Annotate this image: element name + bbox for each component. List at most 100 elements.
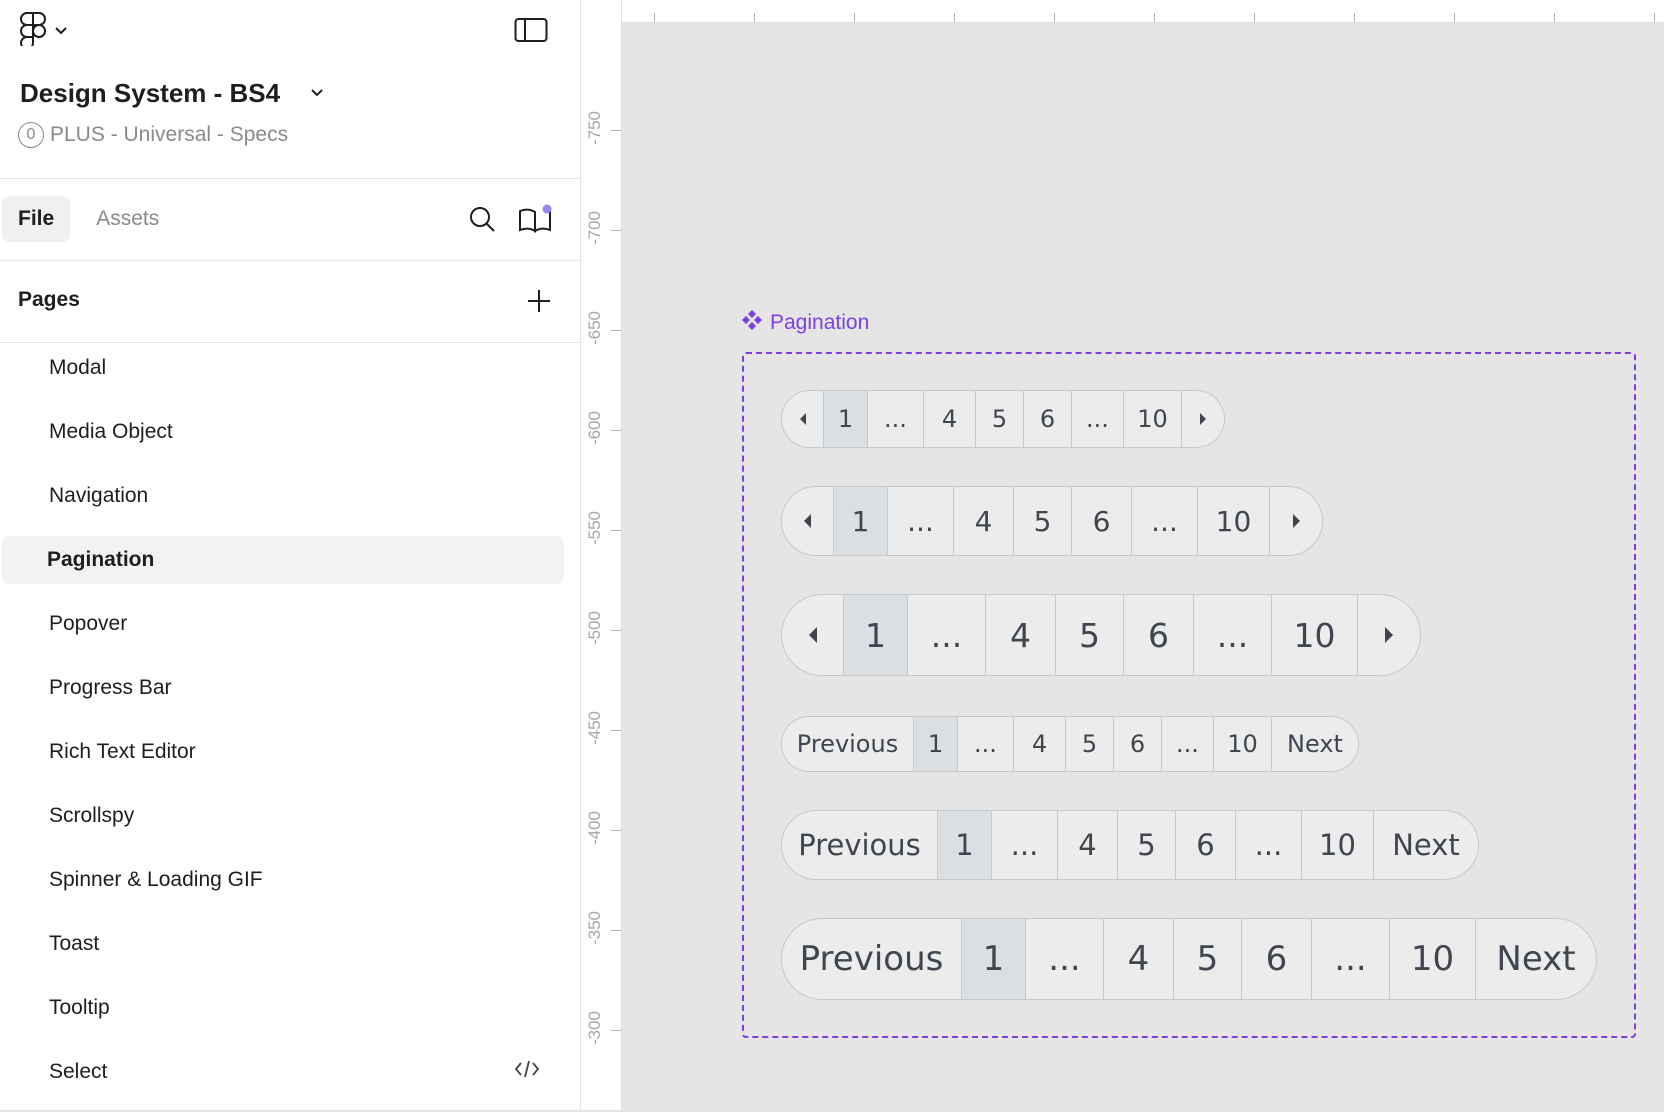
main-menu-button[interactable]	[20, 12, 68, 51]
sidebar-toggle-button[interactable]	[514, 16, 548, 49]
pagination: 1... 4 5 6... 10	[781, 390, 1225, 448]
pagination: Previous 1... 4 5 6... 10 Next	[781, 810, 1479, 880]
page-button[interactable]: ...	[1312, 919, 1390, 999]
page-button[interactable]: 6	[1124, 595, 1194, 675]
search-icon[interactable]	[468, 205, 496, 238]
page-item[interactable]: Spinner & Loading GIF	[2, 856, 564, 904]
page-item[interactable]: Select	[2, 1048, 564, 1096]
page-button[interactable]: 6	[1024, 391, 1072, 447]
page-button[interactable]: 1	[844, 595, 908, 675]
page-button[interactable]: 10	[1214, 717, 1272, 771]
page-item[interactable]: Popover	[2, 600, 564, 648]
page-button[interactable]: 1	[824, 391, 868, 447]
page-button[interactable]: 4	[954, 487, 1014, 555]
page-button[interactable]: 6	[1114, 717, 1162, 771]
page-button[interactable]: 4	[1104, 919, 1174, 999]
page-button[interactable]: ...	[908, 595, 986, 675]
divider	[0, 178, 580, 179]
page-button[interactable]: 1	[938, 811, 992, 879]
page-button[interactable]: ...	[1026, 919, 1104, 999]
page-button[interactable]: 10	[1302, 811, 1374, 879]
page-item[interactable]: Navigation	[2, 472, 564, 520]
previous-page-button[interactable]	[782, 391, 824, 447]
page-button[interactable]: ...	[868, 391, 924, 447]
caret-left-icon	[799, 413, 806, 425]
ruler-tick	[1554, 13, 1555, 22]
file-name-menu[interactable]: Design System - BS4	[20, 78, 324, 109]
ruler-tick	[611, 230, 621, 231]
component-label[interactable]: Pagination	[742, 310, 869, 336]
page-button[interactable]: 1	[834, 487, 888, 555]
page-button[interactable]: 5	[1118, 811, 1176, 879]
ruler-tick	[954, 13, 955, 22]
previous-page-button[interactable]: Previous	[782, 811, 938, 879]
ruler-horizontal	[621, 0, 1664, 23]
code-icon[interactable]	[514, 1060, 540, 1084]
page-button[interactable]: 10	[1390, 919, 1476, 999]
add-page-button[interactable]	[526, 288, 552, 319]
page-item[interactable]: Toast	[2, 920, 564, 968]
next-page-button[interactable]: Next	[1476, 919, 1596, 999]
pagination: Previous 1... 4 5 6... 10 Next	[781, 918, 1597, 1000]
page-button[interactable]: ...	[1132, 487, 1198, 555]
page-item[interactable]: Pagination	[2, 536, 564, 584]
page-button[interactable]: 5	[976, 391, 1024, 447]
page-button[interactable]: ...	[888, 487, 954, 555]
page-item-label: Tooltip	[49, 996, 110, 1019]
next-page-button[interactable]: Next	[1272, 717, 1358, 771]
page-button[interactable]: 5	[1174, 919, 1242, 999]
page-button[interactable]: 4	[986, 595, 1056, 675]
page-item[interactable]: Tooltip	[2, 984, 564, 1032]
caret-right-icon	[1292, 514, 1300, 528]
page-button[interactable]: 10	[1198, 487, 1270, 555]
page-button[interactable]: ...	[958, 717, 1014, 771]
page-button[interactable]: 4	[924, 391, 976, 447]
page-button[interactable]: 4	[1058, 811, 1118, 879]
page-button[interactable]: 5	[1014, 487, 1072, 555]
page-button[interactable]: ...	[1072, 391, 1124, 447]
tab-actions	[468, 204, 552, 239]
ruler-label: -600	[585, 410, 604, 446]
tab-file[interactable]: File	[2, 196, 71, 242]
page-button[interactable]: 10	[1272, 595, 1358, 675]
ruler-tick	[1454, 13, 1455, 22]
page-item[interactable]: Modal	[2, 344, 564, 392]
page-button[interactable]: 4	[1014, 717, 1066, 771]
component-name: Pagination	[770, 311, 870, 334]
page-button[interactable]: ...	[1162, 717, 1214, 771]
page-button[interactable]: 5	[1056, 595, 1124, 675]
page-button[interactable]: ...	[992, 811, 1058, 879]
project-breadcrumb[interactable]: 0 PLUS - Universal - Specs	[18, 122, 288, 148]
tab-assets[interactable]: Assets	[80, 196, 175, 242]
page-button[interactable]: 6	[1242, 919, 1312, 999]
page-item[interactable]: Scrollspy	[2, 792, 564, 840]
previous-page-button[interactable]: Previous	[782, 717, 914, 771]
library-book-icon[interactable]	[518, 204, 552, 239]
page-button[interactable]: 10	[1124, 391, 1182, 447]
previous-page-button[interactable]	[782, 487, 834, 555]
page-item[interactable]: Media Object	[2, 408, 564, 456]
ruler-tick	[611, 530, 621, 531]
next-page-button[interactable]: Next	[1374, 811, 1478, 879]
page-button[interactable]: 6	[1176, 811, 1236, 879]
page-button[interactable]: ...	[1194, 595, 1272, 675]
page-button[interactable]: 1	[914, 717, 958, 771]
page-button[interactable]: 5	[1066, 717, 1114, 771]
previous-page-button[interactable]: Previous	[782, 919, 962, 999]
caret-right-icon	[1200, 413, 1206, 425]
ruler-tick	[611, 930, 621, 931]
pages-header: Pages	[18, 288, 80, 311]
previous-page-button[interactable]	[782, 595, 844, 675]
page-button[interactable]: 6	[1072, 487, 1132, 555]
page-item[interactable]: Rich Text Editor	[2, 728, 564, 776]
ruler-label: -650	[585, 310, 604, 346]
ruler-label: -750	[585, 110, 604, 146]
page-button[interactable]: 1	[962, 919, 1026, 999]
page-item[interactable]: Progress Bar	[2, 664, 564, 712]
ruler-tick	[611, 330, 621, 331]
ruler-vertical: -750 -700 -650 -600 -550 -500 -450 -400 -350 -300	[581, 0, 622, 1110]
ruler-tick	[854, 13, 855, 22]
plus-icon	[526, 290, 552, 318]
page-button[interactable]: ...	[1236, 811, 1302, 879]
page-item-label: Navigation	[49, 484, 149, 507]
